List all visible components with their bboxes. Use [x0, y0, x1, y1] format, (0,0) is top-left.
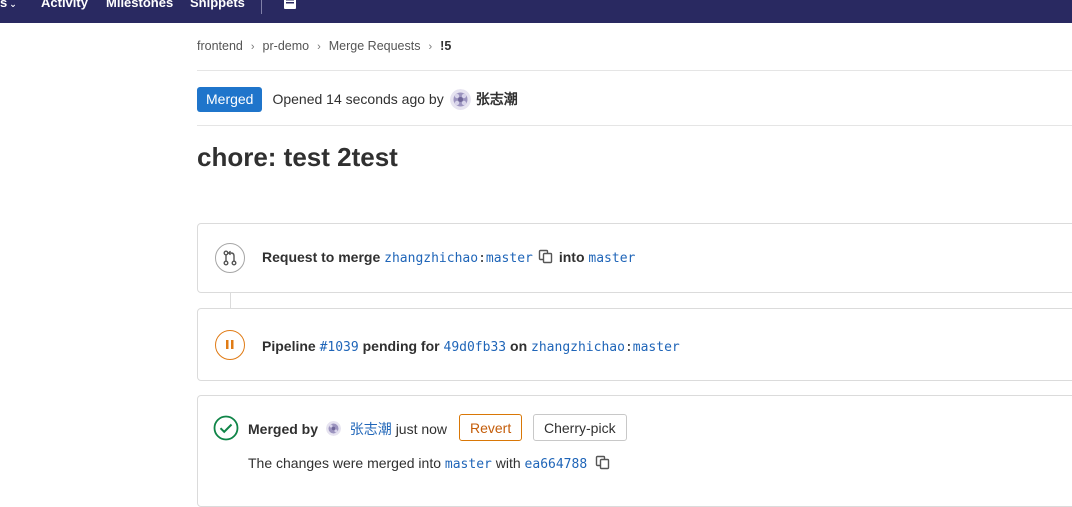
nav-divider	[261, 0, 262, 14]
request-to-merge-widget: Request to merge zhangzhichao:master into…	[197, 223, 1072, 293]
avatar[interactable]	[449, 88, 471, 110]
request-to-merge-label: Request to merge	[262, 249, 381, 265]
opened-text: Opened 14 seconds ago by	[272, 91, 444, 107]
merged-by-label: Merged by	[248, 421, 319, 437]
source-branch-link[interactable]: zhangzhichao:master	[384, 251, 533, 266]
chevron-right-icon: ›	[317, 41, 321, 53]
breadcrumb-project[interactable]: pr-demo	[263, 39, 310, 53]
pipeline-text: Pipeline #1039 pending for 49d0fb33 on z…	[262, 338, 680, 355]
merged-time: just now	[395, 421, 448, 437]
chevron-right-icon: ›	[428, 41, 433, 53]
timeline-connector	[230, 292, 231, 308]
chevron-right-icon: ›	[250, 41, 255, 53]
into-label: into	[558, 249, 585, 265]
nav-item-milestones[interactable]: Milestones	[106, 0, 173, 12]
merge-info-text: The changes were merged into master with…	[248, 455, 616, 472]
breadcrumb-group[interactable]: frontend	[197, 39, 243, 53]
todo-list-icon[interactable]	[283, 0, 297, 10]
copy-icon[interactable]	[595, 455, 610, 470]
revert-button[interactable]: Revert	[459, 414, 523, 441]
merge-request-icon	[215, 243, 245, 273]
merged-widget: Merged by 张志潮 just now Revert Cherry-pic…	[197, 395, 1072, 507]
source-namespace: zhangzhichao	[384, 251, 479, 266]
nav-item-activity[interactable]: Activity	[41, 0, 88, 12]
request-to-merge-text: Request to merge zhangzhichao:master into…	[262, 249, 635, 266]
copy-icon[interactable]	[538, 249, 553, 264]
divider	[197, 70, 1072, 71]
avatar[interactable]	[325, 421, 341, 436]
colon: :	[624, 340, 633, 355]
pipeline-namespace: zhangzhichao	[531, 340, 625, 355]
merged-target-branch-link[interactable]: master	[445, 457, 492, 472]
with-label: with	[495, 455, 521, 471]
top-navbar: s ⌄ Activity Milestones Snippets	[0, 0, 1072, 23]
merged-by-user-link[interactable]: 张志潮	[350, 421, 392, 437]
breadcrumb-merge-requests[interactable]: Merge Requests	[329, 39, 421, 53]
nav-item-truncated[interactable]: s ⌄	[0, 0, 17, 13]
breadcrumb: frontend › pr-demo › Merge Requests › !5	[197, 39, 451, 53]
divider	[197, 125, 1072, 126]
check-circle-icon	[213, 415, 239, 441]
merge-info-prefix: The changes were merged into	[248, 455, 441, 471]
nav-item-snippets[interactable]: Snippets	[190, 0, 245, 12]
on-label: on	[510, 338, 528, 354]
pipeline-branch: master	[632, 340, 680, 355]
merged-by-text: Merged by 张志潮 just now	[248, 419, 447, 439]
chevron-down-icon: ⌄	[9, 0, 17, 9]
source-branch: master	[485, 251, 533, 266]
pipeline-widget: Pipeline #1039 pending for 49d0fb33 on z…	[197, 308, 1072, 381]
pipeline-branch-link[interactable]: zhangzhichao:master	[531, 340, 680, 355]
page-title: chore: test 2test	[197, 142, 398, 172]
pipeline-pending-icon[interactable]	[215, 330, 245, 360]
colon: :	[478, 251, 486, 266]
mr-status-row: Merged Opened 14 seconds ago by 张志潮	[197, 86, 518, 112]
nav-item-truncated-label: s	[0, 0, 8, 10]
cherry-pick-button[interactable]: Cherry-pick	[533, 414, 627, 441]
author-name[interactable]: 张志潮	[476, 89, 518, 109]
target-branch-link[interactable]: master	[588, 251, 635, 266]
status-badge: Merged	[197, 86, 263, 112]
merge-commit-link[interactable]: ea664788	[525, 457, 588, 472]
pipeline-status-text: pending for	[362, 338, 440, 354]
breadcrumb-current[interactable]: !5	[440, 39, 451, 53]
pipeline-label: Pipeline	[262, 338, 316, 354]
pipeline-commit-link[interactable]: 49d0fb33	[444, 340, 507, 355]
pipeline-id-link[interactable]: #1039	[320, 340, 359, 355]
